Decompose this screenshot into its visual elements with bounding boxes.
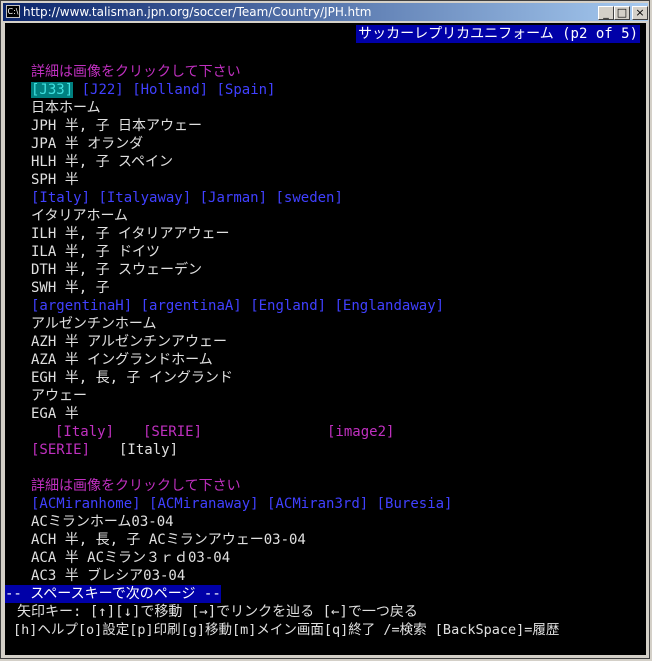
link-j22[interactable]: [J22] bbox=[82, 82, 124, 98]
link-j33[interactable]: [J33] bbox=[31, 82, 74, 98]
title-bar[interactable]: C:\ http://www.talisman.jpn.org/soccer/T… bbox=[3, 3, 648, 21]
section-caption: 詳細は画像をクリックして下さい bbox=[31, 478, 241, 494]
link-row: [J33] [J22] [Holland] [Spain] bbox=[31, 81, 276, 99]
link-spain[interactable]: [Spain] bbox=[216, 82, 275, 98]
link-argentina-home[interactable]: [argentinaH] bbox=[31, 298, 132, 314]
link-image2[interactable]: [image2] bbox=[327, 423, 394, 441]
link-serie-2[interactable]: [SERIE] bbox=[31, 441, 90, 459]
link-row: [ACMiranhome] [ACMiranaway] [ACMiran3rd]… bbox=[31, 495, 452, 513]
link-row: [argentinaH] [argentinaA] [England] [Eng… bbox=[31, 297, 444, 315]
window-title: http://www.talisman.jpn.org/soccer/Team/… bbox=[23, 5, 372, 19]
help-line: [h]ヘルプ[o]設定[p]印刷[g]移動[m]メイン画面[q]終了 /=検索 … bbox=[13, 622, 560, 638]
text-line: SWH 半, 子 bbox=[31, 280, 110, 296]
maximize-button[interactable]: □ bbox=[614, 6, 630, 20]
link-italy-3[interactable]: [Italy] bbox=[119, 441, 178, 459]
link-serie[interactable]: [SERIE] bbox=[143, 423, 202, 441]
text-line: アウェー bbox=[31, 388, 87, 404]
text-line: ILA 半, 子 ドイツ bbox=[31, 244, 161, 260]
link-acmilan-3rd[interactable]: [ACMiran3rd] bbox=[267, 496, 368, 512]
text-line: 日本ホーム bbox=[31, 100, 101, 116]
help-line: 矢印キー: [↑][↓]で移動 [→]でリンクを辿る [←]で一つ戻る bbox=[17, 604, 418, 620]
text-line: EGA 半 bbox=[31, 406, 79, 422]
link-jarman[interactable]: [Jarman] bbox=[200, 190, 267, 206]
link-row: [Italy] [Italyaway] [Jarman] [sweden] bbox=[31, 189, 343, 207]
link-acmilan-away[interactable]: [ACMiranaway] bbox=[149, 496, 259, 512]
text-line: イタリアホーム bbox=[31, 208, 129, 224]
terminal-screen: サッカーレプリカユニフォーム (p2 of 5) 詳細は画像をクリックして下さい… bbox=[5, 23, 646, 655]
text-line: ACミランホーム03-04 bbox=[31, 514, 174, 530]
app-icon[interactable]: C:\ bbox=[6, 5, 20, 18]
close-button[interactable]: × bbox=[632, 6, 648, 20]
text-line: JPH 半, 子 日本アウェー bbox=[31, 118, 203, 134]
link-sweden[interactable]: [sweden] bbox=[275, 190, 342, 206]
text-line: SPH 半 bbox=[31, 172, 79, 188]
status-line: -- スペースキーで次のページ -- bbox=[5, 585, 221, 603]
link-brescia[interactable]: [Buresia] bbox=[377, 496, 453, 512]
text-line: アルゼンチンホーム bbox=[31, 316, 157, 332]
text-line: ACH 半, 長, 子 ACミランアウェー03-04 bbox=[31, 532, 306, 548]
section-caption: 詳細は画像をクリックして下さい bbox=[31, 64, 241, 80]
text-line: AC3 半 ブレシア03-04 bbox=[31, 568, 186, 584]
link-england-away[interactable]: [Englandaway] bbox=[334, 298, 444, 314]
link-italy[interactable]: [Italy] bbox=[31, 190, 90, 206]
link-holland[interactable]: [Holland] bbox=[132, 82, 208, 98]
text-line: JPA 半 オランダ bbox=[31, 136, 144, 152]
text-line: DTH 半, 子 スウェーデン bbox=[31, 262, 203, 278]
link-argentina-away[interactable]: [argentinaA] bbox=[141, 298, 242, 314]
minimize-button[interactable]: _ bbox=[598, 6, 614, 20]
text-line: HLH 半, 子 スペイン bbox=[31, 154, 174, 170]
text-line: EGH 半, 長, 子 イングランド bbox=[31, 370, 233, 386]
text-line: AZH 半 アルゼンチンアウェー bbox=[31, 334, 228, 350]
text-line: AZA 半 イングランドホーム bbox=[31, 352, 213, 368]
link-acmilan-home[interactable]: [ACMiranhome] bbox=[31, 496, 141, 512]
page-header: サッカーレプリカユニフォーム (p2 of 5) bbox=[356, 25, 640, 43]
text-line: ACA 半 ACミラン３ｒｄ03-04 bbox=[31, 550, 231, 566]
link-italyaway[interactable]: [Italyaway] bbox=[98, 190, 191, 206]
text-line: ILH 半, 子 イタリアアウェー bbox=[31, 226, 230, 242]
link-italy-2[interactable]: [Italy] bbox=[55, 423, 114, 441]
link-england[interactable]: [England] bbox=[250, 298, 326, 314]
browser-window: C:\ http://www.talisman.jpn.org/soccer/T… bbox=[0, 0, 650, 659]
